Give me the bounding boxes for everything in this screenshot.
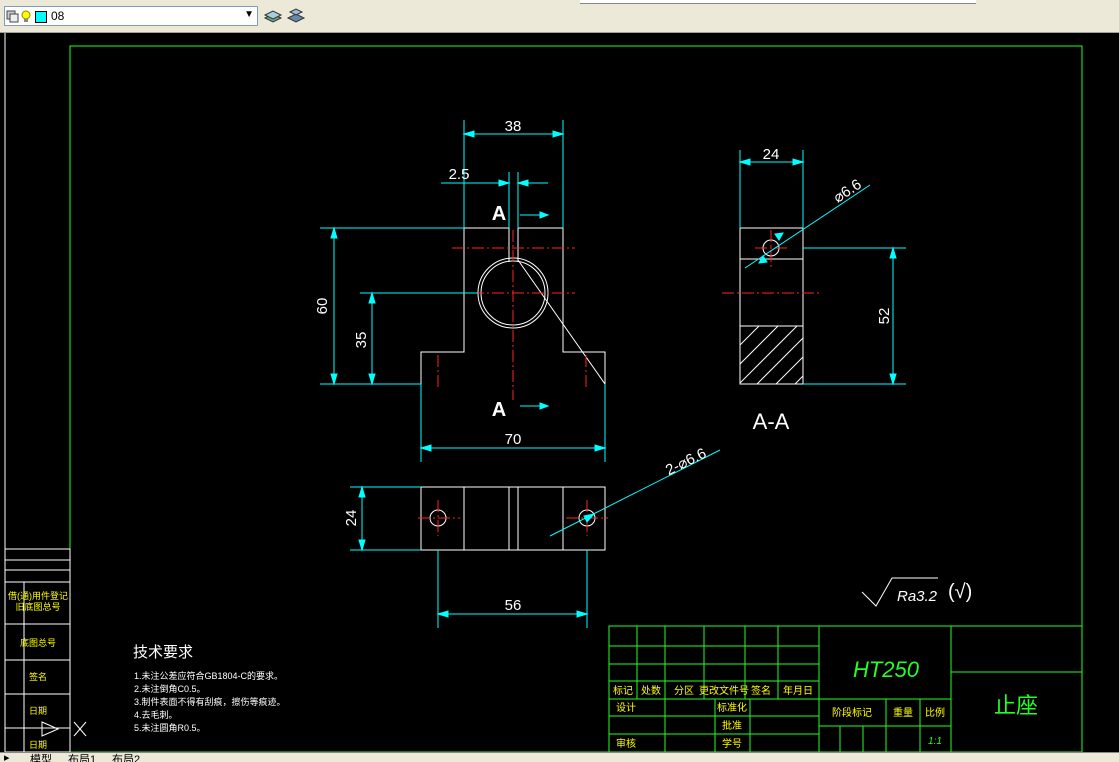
part-name: 止座 [994,693,1038,718]
tb-left-label: 审核 [616,737,636,750]
chevron-down-icon[interactable]: ▼ [244,9,254,20]
section-hatch [739,325,804,385]
make-layer-current-icon[interactable] [262,6,284,26]
dim-bottom-depth: 24 [343,510,360,527]
section-dimensions [738,150,906,386]
layer-state-icon [6,10,19,23]
section-mark-bottom: A [492,399,506,421]
properties-strip [580,0,976,4]
tb-header: 签名 [751,684,771,697]
tech-req-item: 4.去毛刺。 [134,709,178,720]
section-view-label: A-A [753,409,790,434]
roughness-value: Ra3.2 [897,588,938,605]
tb-stage-label: 阶段标记 [832,706,872,719]
tech-req-item: 3.制件表面不得有刮痕，擦伤等痕迹。 [134,696,286,707]
front-centerlines [437,230,587,400]
tb-header: 更改文件号 [699,684,749,697]
tb-left-label: 设计 [616,701,636,714]
drawing-canvas[interactable]: 借(通)用件登记 旧底图总号 底图总号 签名 日期 日期 38 2.5 60 3… [0,33,1119,753]
tech-req-item: 1.未注公差应符合GB1804-C的要求。 [134,670,283,681]
left-strip-label: 旧底图总号 [15,601,60,612]
left-strip-label: 日期 [29,740,47,750]
left-strip-label: 底图总号 [20,637,56,648]
drawing-frame [69,45,1083,753]
layer-previous-icon[interactable] [285,6,307,26]
layer-toolbar: 08 ▼ [0,0,1119,33]
dim-base-width: 70 [505,431,522,448]
layer-color-swatch [35,11,47,23]
section-centerlines [722,230,822,294]
scale-value: 1:1 [928,736,942,747]
dim-holes-note: 2-⌀6.6 [663,445,709,479]
left-strip-label: 签名 [29,671,47,682]
dim-center-height: 35 [353,332,370,349]
tech-req-title: 技术要求 [133,644,193,661]
layer-dropdown[interactable]: 08 ▼ [4,6,258,26]
top-dimensions [350,449,721,628]
dim-side-width: 24 [763,146,780,163]
tb-header: 标记 [613,685,633,697]
lightbulb-icon [21,10,31,22]
tb-header: 分区 [674,685,694,697]
tb-mid-label: 批准 [722,719,742,732]
dim-hole-dia: ⌀6.6 [830,176,864,207]
ucs-icon [41,721,87,737]
dim-side-height: 52 [876,308,893,325]
roughness-other: (√) [948,581,972,603]
tech-req-item: 2.未注倒角C0.5。 [134,683,206,694]
tb-header: 处数 [641,684,661,697]
tb-mid-label: 标准化 [717,701,747,714]
left-strip-label: 借(通)用件登记 [8,590,68,601]
tb-header: 年月日 [783,684,813,697]
dim-slot: 2.5 [449,166,470,183]
tech-req-item: 5.未注圆角R0.5。 [134,722,206,733]
dim-height-total: 60 [314,298,331,315]
left-strip-label: 日期 [29,706,47,716]
left-binding-strip [4,548,71,753]
tb-stage-label: 比例 [925,706,945,719]
section-mark-top: A [492,203,506,225]
cad-drawing: 借(通)用件登记 旧底图总号 底图总号 签名 日期 日期 38 2.5 60 3… [4,33,1083,753]
tb-stage-label: 重量 [893,706,913,719]
material-label: HT250 [853,657,920,682]
dim-top-width: 38 [505,118,522,135]
tb-mid-label: 学号 [722,737,742,750]
layer-name: 08 [51,9,65,23]
dim-hole-spacing: 56 [505,597,522,614]
